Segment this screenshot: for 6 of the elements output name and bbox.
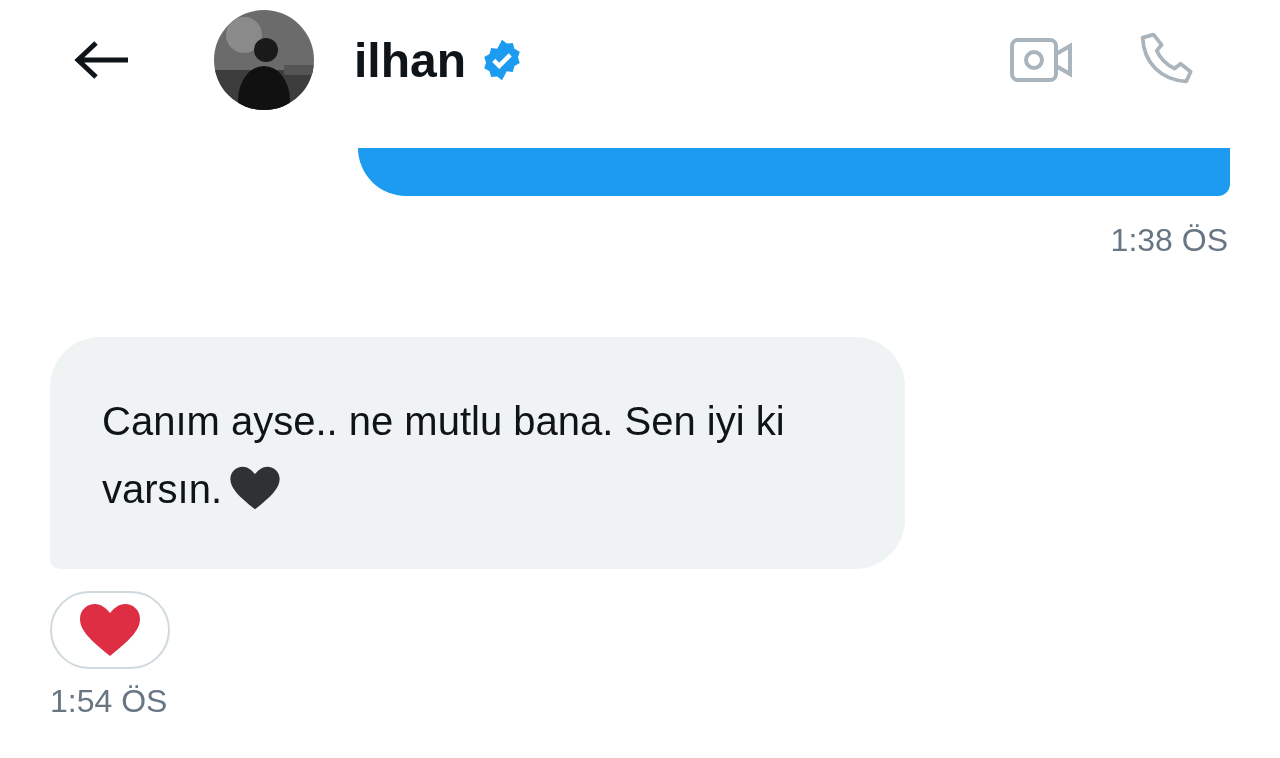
received-message: Canım ayse.. ne mutlu bana. Sen iyi ki varsın.: [50, 337, 905, 569]
message-time: 1:38 ÖS: [1109, 222, 1228, 259]
heart-icon: [78, 602, 142, 658]
message-time: 1:54 ÖS: [50, 683, 169, 720]
heart-emoji-icon: [228, 465, 283, 511]
contact-name: ilhan: [354, 32, 466, 88]
